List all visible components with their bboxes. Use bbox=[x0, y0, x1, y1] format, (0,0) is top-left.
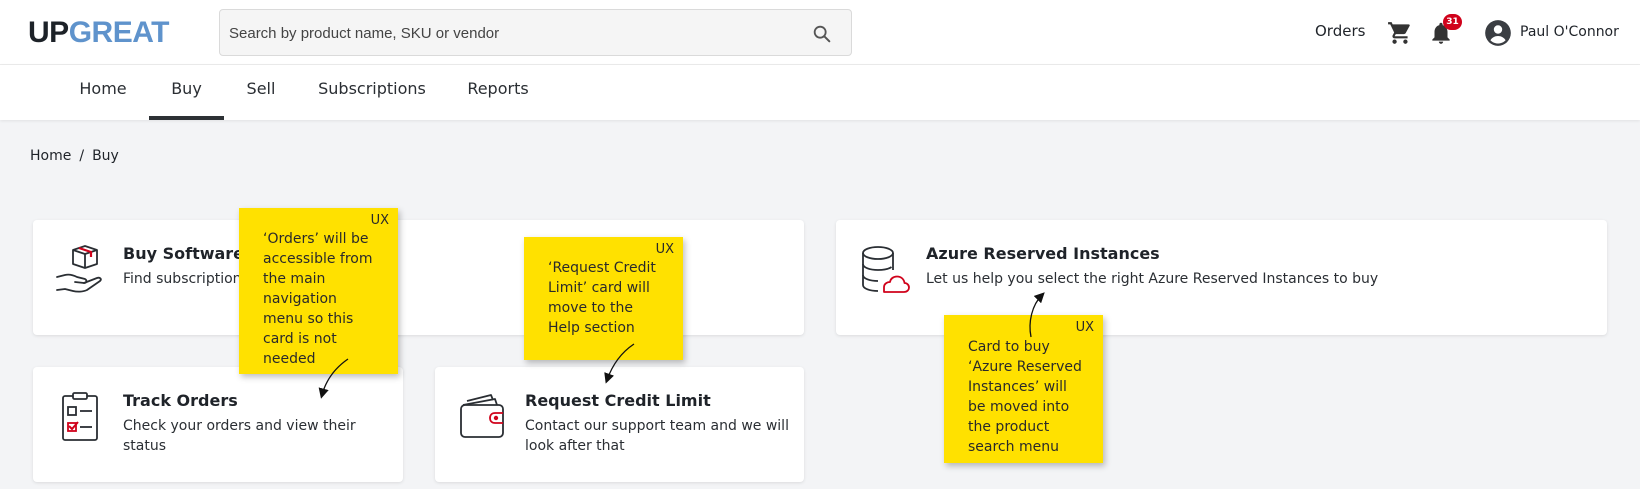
logo-up-text: UP bbox=[28, 16, 69, 49]
database-cloud-icon bbox=[862, 246, 910, 293]
note-line: the product bbox=[968, 419, 1050, 435]
tab-subscriptions[interactable]: Subscriptions bbox=[312, 65, 432, 120]
breadcrumb-buy: Buy bbox=[92, 148, 119, 164]
card-description-line: Contact our support team and we will bbox=[525, 418, 789, 434]
ux-sticky-note-orders: UX ‘Orders’ will be accessible from the … bbox=[239, 208, 398, 374]
breadcrumb: Home / Buy bbox=[30, 148, 119, 164]
note-line: Help section bbox=[548, 320, 635, 336]
card-request-credit-limit[interactable]: Request Credit Limit Contact our support… bbox=[435, 367, 804, 482]
tab-home[interactable]: Home bbox=[70, 65, 136, 120]
search-box bbox=[219, 9, 852, 56]
notification-badge: 31 bbox=[1443, 14, 1462, 30]
card-description: Let us help you select the right Azure R… bbox=[926, 271, 1379, 287]
note-tag: UX bbox=[1075, 320, 1094, 335]
note-line: Card to buy bbox=[968, 339, 1050, 355]
note-line: Instances’ will bbox=[968, 379, 1067, 395]
note-line: ‘Request Credit bbox=[548, 260, 656, 276]
note-line: move to the bbox=[548, 300, 634, 316]
note-line: card is not bbox=[263, 331, 337, 347]
note-line: menu so this bbox=[263, 311, 354, 327]
cart-icon[interactable] bbox=[1387, 20, 1413, 46]
note-text: Card to buy ‘Azure Reserved Instances’ w… bbox=[968, 337, 1082, 457]
note-line: be moved into bbox=[968, 399, 1070, 415]
card-description-line: status bbox=[123, 438, 167, 454]
orders-link[interactable]: Orders bbox=[1315, 22, 1365, 40]
checklist-clipboard-icon bbox=[62, 392, 98, 441]
tab-sell[interactable]: Sell bbox=[236, 65, 286, 120]
card-title: Azure Reserved Instances bbox=[926, 244, 1160, 263]
note-tag: UX bbox=[370, 213, 389, 228]
card-description: Find subscriptions bbox=[123, 271, 249, 287]
note-line: navigation bbox=[263, 291, 337, 307]
package-hand-icon bbox=[56, 245, 102, 293]
upgreat-logo[interactable]: UPGREAT bbox=[28, 16, 169, 50]
note-line: search menu bbox=[968, 439, 1059, 455]
note-line: Limit’ card will bbox=[548, 280, 650, 296]
logo-great-text: GREAT bbox=[68, 16, 170, 49]
note-text: ‘Orders’ will be accessible from the mai… bbox=[263, 229, 372, 369]
card-title: Request Credit Limit bbox=[525, 391, 711, 410]
ux-sticky-note-azure: UX Card to buy ‘Azure Reserved Instances… bbox=[944, 315, 1103, 463]
card-description-line: look after that bbox=[525, 438, 625, 454]
card-description: Check your orders and view their status bbox=[123, 416, 356, 456]
card-description-line: Check your orders and view their bbox=[123, 418, 356, 434]
search-input[interactable] bbox=[229, 20, 789, 46]
wallet-icon bbox=[460, 394, 504, 438]
main-nav: Home Buy Sell Subscriptions Reports bbox=[0, 65, 1640, 120]
card-description: Contact our support team and we will loo… bbox=[525, 416, 789, 456]
search-icon[interactable] bbox=[811, 23, 833, 45]
note-line: accessible from bbox=[263, 251, 373, 267]
note-tag: UX bbox=[655, 242, 674, 257]
breadcrumb-separator: / bbox=[79, 148, 85, 164]
tab-reports[interactable]: Reports bbox=[462, 65, 534, 120]
tab-buy[interactable]: Buy bbox=[149, 65, 224, 120]
note-line: the main bbox=[263, 271, 326, 287]
card-title: Buy Software bbox=[123, 244, 245, 263]
note-line: needed bbox=[263, 351, 316, 367]
card-track-orders[interactable]: Track Orders Check your orders and view … bbox=[33, 367, 403, 482]
card-buy-software[interactable]: Buy Software Find subscriptions bbox=[33, 220, 804, 335]
user-avatar-icon[interactable] bbox=[1484, 19, 1512, 47]
ux-sticky-note-credit: UX ‘Request Credit Limit’ card will move… bbox=[524, 237, 683, 360]
note-line: ‘Azure Reserved bbox=[968, 359, 1082, 375]
note-line: ‘Orders’ will be bbox=[263, 231, 369, 247]
note-text: ‘Request Credit Limit’ card will move to… bbox=[548, 258, 656, 338]
top-bar: UPGREAT Orders 31 Paul O'Connor bbox=[0, 0, 1640, 65]
card-title: Track Orders bbox=[123, 391, 238, 410]
breadcrumb-home[interactable]: Home bbox=[30, 148, 71, 164]
user-name[interactable]: Paul O'Connor bbox=[1520, 24, 1619, 40]
